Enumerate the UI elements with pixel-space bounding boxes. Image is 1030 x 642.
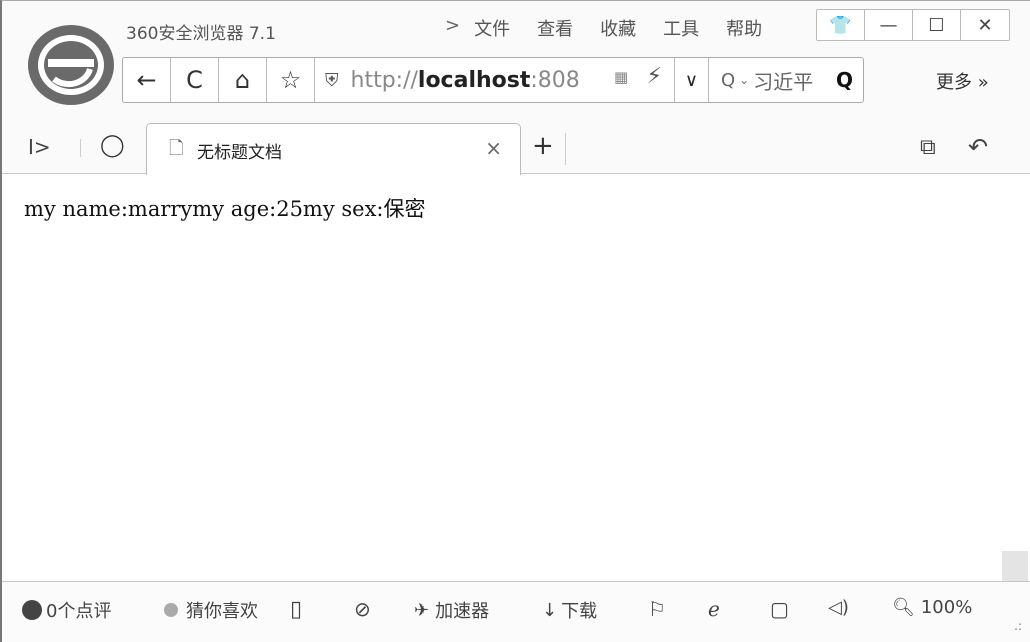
- resize-grip-icon[interactable]: .:: [1014, 619, 1022, 633]
- close-button[interactable]: ✕: [961, 10, 1009, 40]
- navigation-toolbar: ← C ⌂ ☆ ⛨ http://localhost:808 ▦ ⚡ ∨ Q ⌄…: [122, 57, 864, 103]
- back-button[interactable]: ←: [123, 58, 171, 102]
- minimize-button[interactable]: —: [865, 10, 913, 40]
- rocket-icon: ✈: [414, 599, 430, 621]
- home-button[interactable]: ⌂: [219, 58, 267, 102]
- download-icon: ↓: [542, 599, 558, 621]
- app-title: 360安全浏览器 7.1: [126, 24, 276, 44]
- menu-item-favorites[interactable]: 收藏: [600, 15, 636, 41]
- reviews-label: 0个点评: [46, 601, 112, 622]
- accelerator-label: 加速器: [435, 601, 490, 622]
- url-scheme: http://: [350, 67, 418, 93]
- sound-icon[interactable]: ◁): [828, 597, 849, 618]
- document-icon: 🗋: [169, 138, 184, 159]
- search-input[interactable]: 习近平: [753, 66, 813, 95]
- browser-chrome: 360安全浏览器 7.1 > 文件 查看 收藏 工具 帮助 👕 — ☐ ✕ ← …: [2, 1, 1030, 175]
- browser-logo-icon[interactable]: [26, 23, 116, 107]
- guess-label: 猜你喜欢: [186, 601, 258, 622]
- search-go-icon[interactable]: Q: [836, 68, 853, 92]
- tab-close-icon[interactable]: ×: [485, 136, 502, 160]
- security-shield-icon[interactable]: ⛨: [325, 70, 339, 91]
- browser-window: 360安全浏览器 7.1 > 文件 查看 收藏 工具 帮助 👕 — ☐ ✕ ← …: [0, 0, 1030, 642]
- favorite-button[interactable]: ☆: [267, 58, 315, 102]
- menu-item-help[interactable]: 帮助: [726, 15, 762, 41]
- menu-item-tools[interactable]: 工具: [663, 15, 699, 41]
- guess-you-like-item[interactable]: 猜你喜欢: [164, 597, 258, 623]
- tab-bar: I> ◯ 🗋 无标题文档 × + ⧉ ↶: [2, 121, 1030, 175]
- refresh-button[interactable]: C: [171, 58, 219, 102]
- ie-mode-icon[interactable]: ℯ: [708, 597, 720, 621]
- window-controls: 👕 — ☐ ✕: [816, 9, 1010, 41]
- zoom-icon: 🔍︎: [892, 597, 915, 618]
- stopwatch-icon[interactable]: ⊘: [354, 597, 371, 621]
- address-dropdown-button[interactable]: ∨: [675, 58, 709, 102]
- address-bar[interactable]: ⛨ http://localhost:808 ▦ ⚡: [315, 58, 675, 102]
- new-tab-button[interactable]: +: [532, 131, 554, 161]
- sidebar-toggle-icon[interactable]: I>: [28, 135, 51, 159]
- page-content: my name:marrymy age:25my sex:保密: [2, 175, 1030, 581]
- skin-button[interactable]: 👕: [817, 10, 865, 40]
- search-box[interactable]: Q ⌄ 习近平 Q: [709, 58, 863, 102]
- download-item[interactable]: ↓ 下载: [542, 597, 597, 623]
- tab-label: 无标题文档: [197, 143, 282, 163]
- maximize-button[interactable]: ☐: [913, 10, 961, 40]
- window-icon[interactable]: ▢: [770, 597, 789, 621]
- search-engine-dropdown-icon[interactable]: ⌄: [739, 73, 749, 87]
- qr-code-icon[interactable]: ▦: [614, 68, 634, 90]
- url-host: localhost: [417, 67, 531, 93]
- more-button[interactable]: 更多 »: [936, 68, 989, 94]
- restore-tabs-icon[interactable]: ⧉: [920, 135, 936, 160]
- tab-bar-divider: [80, 139, 81, 157]
- menu-item-file[interactable]: 文件: [474, 15, 510, 41]
- download-label: 下载: [561, 601, 598, 622]
- zoom-item[interactable]: 🔍︎ 100%: [892, 597, 972, 618]
- page-body-text: my name:marrymy age:25my sex:保密: [24, 197, 426, 221]
- cloud-icon[interactable]: ◯: [100, 133, 125, 158]
- scrollbar-corner: [1002, 551, 1028, 581]
- flag-icon[interactable]: ⚐: [648, 597, 666, 621]
- reviews-item[interactable]: 0个点评: [22, 597, 111, 623]
- zoom-level: 100%: [920, 597, 973, 618]
- speed-mode-icon[interactable]: ⚡: [647, 64, 662, 89]
- guess-icon: [164, 603, 178, 617]
- tab-active[interactable]: 🗋 无标题文档 ×: [146, 123, 521, 175]
- search-engine-icon[interactable]: Q: [721, 70, 735, 91]
- tab-bar-divider-2: [565, 133, 566, 165]
- menu-bar: > 文件 查看 收藏 工具 帮助: [445, 15, 789, 41]
- reviews-icon: [22, 600, 42, 620]
- menu-item-view[interactable]: 查看: [537, 15, 573, 41]
- status-bar: 0个点评 猜你喜欢 ▯ ⊘ ✈ 加速器 ↓ 下载 ⚐ ℯ ▢ ◁) 🔍︎ 100…: [2, 581, 1030, 642]
- mobile-icon[interactable]: ▯: [290, 597, 302, 622]
- url-rest: :808: [530, 67, 580, 93]
- undo-close-tab-icon[interactable]: ↶: [968, 133, 988, 161]
- accelerator-item[interactable]: ✈ 加速器: [414, 597, 489, 623]
- menu-expand-chevron-icon[interactable]: >: [445, 15, 460, 41]
